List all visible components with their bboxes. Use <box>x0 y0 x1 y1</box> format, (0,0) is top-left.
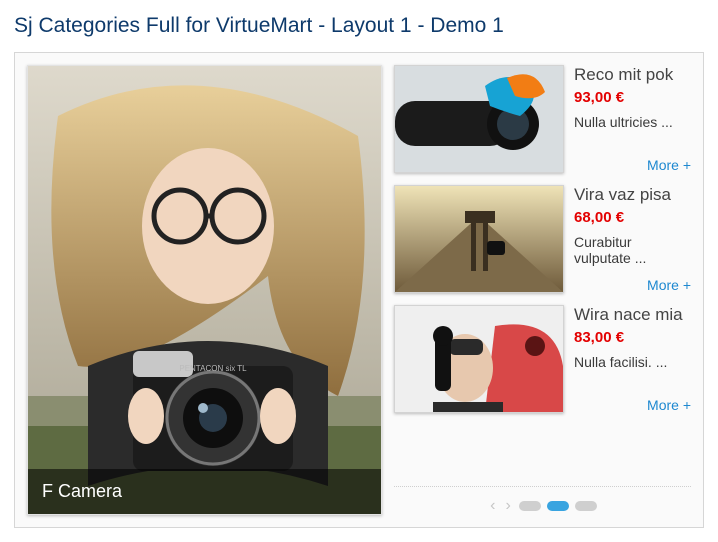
product-meta: Vira vaz pisa 68,00 € Curabitur vulputat… <box>574 185 691 293</box>
product-meta: Reco mit pok 93,00 € Nulla ultricies ...… <box>574 65 691 173</box>
pager: ‹ › <box>394 486 691 515</box>
feature-caption: F Camera <box>28 469 381 514</box>
product-title[interactable]: Vira vaz pisa <box>574 185 691 205</box>
product-desc: Nulla facilisi. ... <box>574 354 691 370</box>
product-thumb[interactable] <box>394 305 564 413</box>
product-desc: Curabitur vulputate ... <box>574 234 691 266</box>
product-thumb[interactable] <box>394 185 564 293</box>
svg-text:PENTACON six TL: PENTACON six TL <box>179 364 247 373</box>
product-price: 93,00 € <box>574 89 691 106</box>
product-price: 83,00 € <box>574 329 691 346</box>
page-title: Sj Categories Full for VirtueMart - Layo… <box>14 14 704 38</box>
widget-panel: PENTACON six TL F Camera <box>14 52 704 528</box>
product-title[interactable]: Reco mit pok <box>574 65 691 85</box>
feature-image[interactable]: PENTACON six TL F Camera <box>27 65 382 515</box>
product-thumb[interactable] <box>394 65 564 173</box>
product-meta: Wira nace mia 83,00 € Nulla facilisi. ..… <box>574 305 691 413</box>
product-list: Reco mit pok 93,00 € Nulla ultricies ...… <box>394 65 691 474</box>
product-desc: Nulla ultricies ... <box>574 114 691 130</box>
product-price: 68,00 € <box>574 209 691 226</box>
next-arrow-icon[interactable]: › <box>504 497 513 515</box>
pager-dot[interactable] <box>519 501 541 511</box>
more-link[interactable]: More + <box>647 277 691 293</box>
prev-arrow-icon[interactable]: ‹ <box>488 497 497 515</box>
pager-dot[interactable] <box>575 501 597 511</box>
list-item: Wira nace mia 83,00 € Nulla facilisi. ..… <box>394 305 691 413</box>
more-link[interactable]: More + <box>647 397 691 413</box>
list-item: Reco mit pok 93,00 € Nulla ultricies ...… <box>394 65 691 173</box>
product-column: Reco mit pok 93,00 € Nulla ultricies ...… <box>394 65 691 515</box>
product-title[interactable]: Wira nace mia <box>574 305 691 325</box>
more-link[interactable]: More + <box>647 157 691 173</box>
list-item: Vira vaz pisa 68,00 € Curabitur vulputat… <box>394 185 691 293</box>
pager-dot[interactable] <box>547 501 569 511</box>
